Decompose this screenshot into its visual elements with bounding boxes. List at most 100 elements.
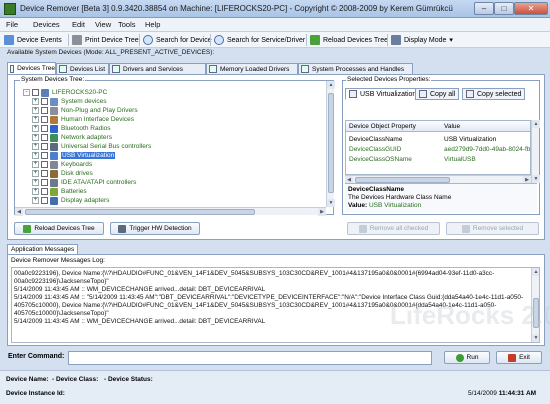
tree-checkbox[interactable] <box>41 170 48 177</box>
reload-devices-tree-toolbar-button[interactable]: Reload Devices Tree <box>310 34 388 46</box>
menu-tools[interactable]: Tools <box>118 20 136 29</box>
minimize-button[interactable]: – <box>474 2 494 15</box>
process-icon <box>301 65 309 73</box>
properties-vertical-scrollbar[interactable]: ▲ ▼ <box>531 120 540 183</box>
display-mode-dropdown[interactable]: Display Mode ▾ <box>391 34 453 46</box>
collapse-toggle[interactable]: - <box>23 89 30 96</box>
tree-checkbox[interactable] <box>41 152 48 159</box>
property-value[interactable]: VirtualUSB <box>444 156 530 163</box>
tree-item[interactable]: + IDE ATA/ATAPI controllers <box>32 178 136 187</box>
exit-button[interactable]: Exit <box>496 351 542 364</box>
property-name[interactable]: DeviceClassName <box>349 136 402 143</box>
menu-devices[interactable]: Devices <box>33 20 60 29</box>
tree-item[interactable]: + Keyboards <box>32 160 92 169</box>
tree-horizontal-scrollbar[interactable]: ◀ ▶ <box>15 207 326 216</box>
remove-all-checked-button[interactable]: Remove all checked <box>347 222 440 235</box>
menu-view[interactable]: View <box>95 20 111 29</box>
tree-item[interactable]: + Batteries <box>32 187 87 196</box>
tree-item[interactable]: + Human Interface Devices <box>32 115 134 124</box>
tree-checkbox[interactable] <box>41 143 48 150</box>
description-value-label: Value: <box>348 202 368 209</box>
tab-system-processes[interactable]: System Processes and Handles <box>298 63 413 74</box>
tree-item[interactable]: + Display adapters <box>32 196 109 205</box>
scroll-down-icon[interactable]: ▼ <box>327 199 335 207</box>
tab-drivers-and-services[interactable]: Drivers and Services <box>109 63 206 74</box>
scroll-down-icon[interactable]: ▼ <box>532 175 540 183</box>
menu-edit[interactable]: Edit <box>72 20 85 29</box>
prop-tab-usb-virtualization[interactable]: USB Virtualization <box>345 88 421 100</box>
expand-toggle[interactable]: + <box>32 107 39 114</box>
menu-bar: File Devices Edit View Tools Help <box>0 18 550 32</box>
tree-checkbox[interactable] <box>41 134 48 141</box>
expand-toggle[interactable]: + <box>32 161 39 168</box>
tree-item-label: USB Virtualization <box>61 152 116 159</box>
properties-horizontal-scrollbar[interactable]: ◀ ▶ <box>345 175 531 184</box>
tree-item[interactable]: + Network adapters <box>32 133 112 142</box>
column-header-value[interactable]: Value <box>444 123 460 130</box>
copy-all-button[interactable]: Copy all <box>415 88 460 100</box>
tree-vertical-scrollbar[interactable]: ▲ ▼ <box>326 81 335 207</box>
print-device-tree-button[interactable]: Print Device Tree <box>72 34 139 46</box>
expand-toggle[interactable]: + <box>32 98 39 105</box>
log-line: 00a0c9223196}, Device Name:{\\?\HDAUDIO#… <box>14 270 495 277</box>
tab-devices-list[interactable]: Devices List <box>56 63 109 74</box>
tree-item[interactable]: + System devices <box>32 97 107 106</box>
expand-toggle[interactable]: + <box>32 134 39 141</box>
copy-selected-button[interactable]: Copy selected <box>462 88 526 100</box>
command-input[interactable] <box>68 351 432 365</box>
scroll-left-icon[interactable]: ◀ <box>15 208 23 216</box>
scroll-up-icon[interactable]: ▲ <box>532 120 540 128</box>
menu-help[interactable]: Help <box>145 20 160 29</box>
tree-item-label: Network adapters <box>61 134 112 141</box>
expand-toggle[interactable]: + <box>32 125 39 132</box>
device-class-icon <box>50 142 58 151</box>
tree-item[interactable]: + USB Virtualization <box>32 151 116 160</box>
expand-toggle[interactable]: + <box>32 188 39 195</box>
tree-checkbox[interactable] <box>41 107 48 114</box>
maximize-button[interactable]: □ <box>494 2 514 15</box>
property-value[interactable]: USB Virtualization <box>444 136 530 143</box>
tree-checkbox[interactable] <box>41 161 48 168</box>
menu-file[interactable]: File <box>6 20 18 29</box>
tree-item[interactable]: + Universal Serial Bus controllers <box>32 142 151 151</box>
expand-toggle[interactable]: + <box>32 170 39 177</box>
scroll-up-icon[interactable]: ▲ <box>532 268 539 276</box>
remove-selected-button[interactable]: Remove selected <box>446 222 539 235</box>
scroll-down-icon[interactable]: ▼ <box>532 334 539 342</box>
run-button[interactable]: Run <box>444 351 490 364</box>
search-for-device-button[interactable]: Search for Device <box>143 34 212 46</box>
expand-toggle[interactable]: + <box>32 143 39 150</box>
expand-toggle[interactable]: + <box>32 116 39 123</box>
property-name[interactable]: DeviceClassGUID <box>349 146 401 153</box>
tree-checkbox[interactable] <box>41 179 48 186</box>
tree-item-label: Batteries <box>61 188 87 195</box>
tree-root[interactable]: - LIFEROCKS20-PC <box>23 88 107 97</box>
scroll-right-icon[interactable]: ▶ <box>318 208 326 216</box>
property-value[interactable]: aed279d9-7dd0-49ab-8024-fbc <box>444 146 530 153</box>
scroll-thumb[interactable] <box>25 209 255 215</box>
expand-toggle[interactable]: + <box>32 152 39 159</box>
device-events-button[interactable]: Device Events <box>4 34 62 46</box>
scroll-up-icon[interactable]: ▲ <box>327 81 335 89</box>
close-button[interactable]: ✕ <box>514 2 548 15</box>
status-device-name: Device Name: <box>6 376 49 383</box>
trigger-hw-detection-button[interactable]: Trigger HW Detection <box>110 222 200 235</box>
expand-toggle[interactable]: + <box>32 197 39 204</box>
column-header-property[interactable]: Device Object Property <box>349 123 416 130</box>
tab-memory-loaded-drivers[interactable]: Memory Loaded Drivers <box>206 63 298 74</box>
tree-item[interactable]: + Non-Plug and Play Drivers <box>32 106 138 115</box>
property-name[interactable]: DeviceClassOSName <box>349 156 412 163</box>
tree-checkbox[interactable] <box>41 98 48 105</box>
search-service-driver-button[interactable]: Search for Service/Driver <box>214 34 305 46</box>
tree-checkbox[interactable] <box>41 188 48 195</box>
tree-checkbox[interactable] <box>41 197 48 204</box>
tree-checkbox[interactable] <box>32 89 39 96</box>
tree-item[interactable]: + Bluetooth Radios <box>32 124 111 133</box>
tree-checkbox[interactable] <box>41 116 48 123</box>
expand-toggle[interactable]: + <box>32 179 39 186</box>
tree-item[interactable]: + Disk drives <box>32 169 93 178</box>
tab-devices-tree[interactable]: Devices Tree <box>7 62 56 74</box>
reload-devices-tree-button[interactable]: Reload Devices Tree <box>14 222 104 235</box>
tree-checkbox[interactable] <box>41 125 48 132</box>
scroll-thumb[interactable] <box>328 93 334 193</box>
